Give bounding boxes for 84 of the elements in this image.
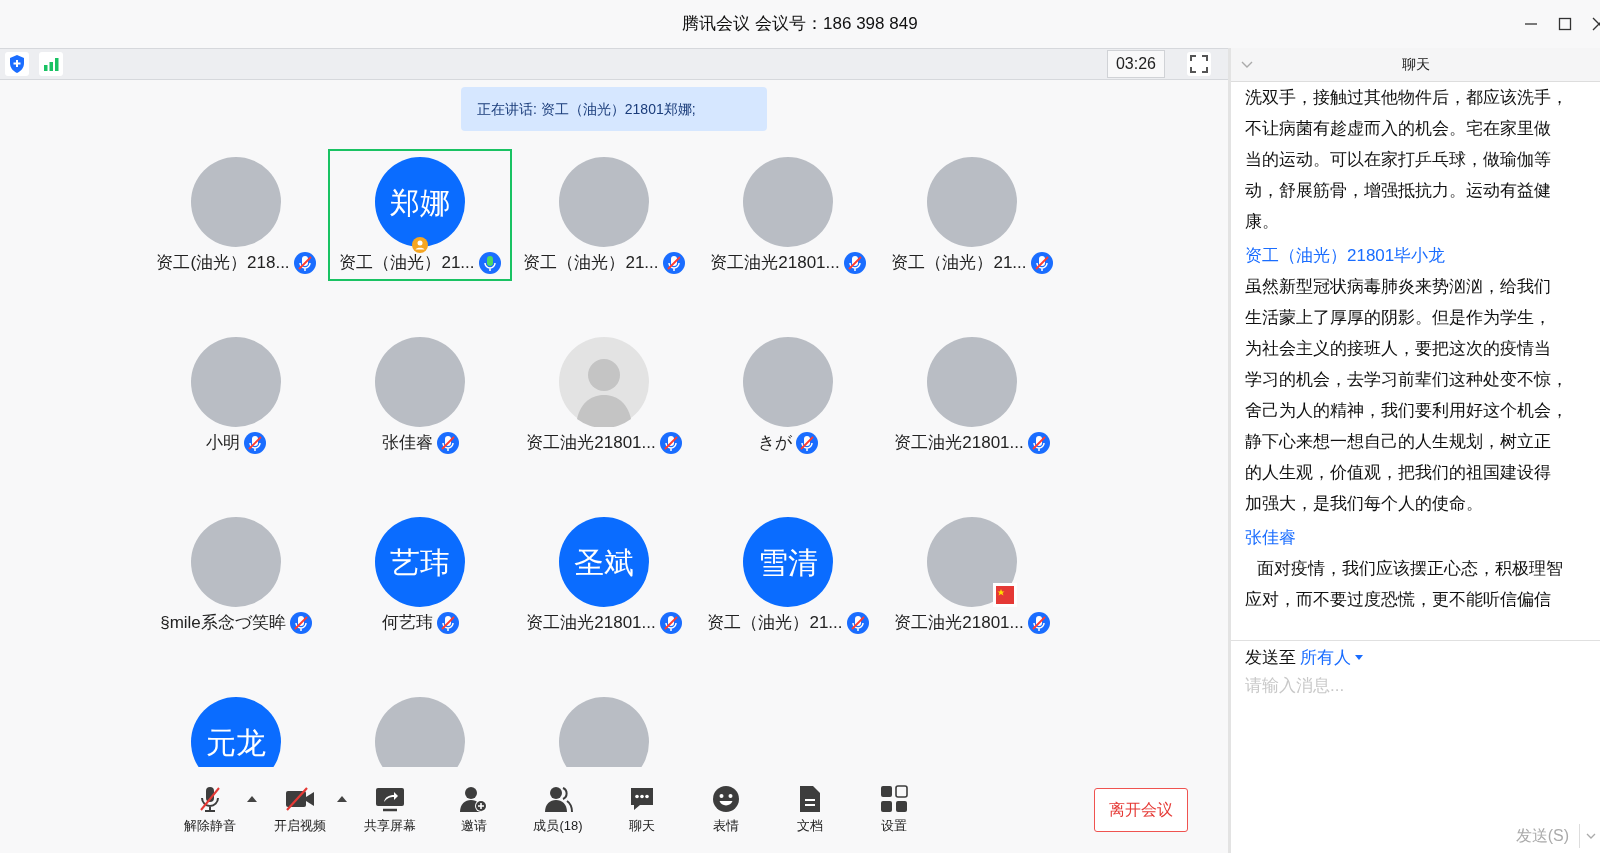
send-to-label: 发送至 xyxy=(1245,647,1296,669)
speaking-banner: 正在讲话: 资工（油光）21801郑娜; xyxy=(461,87,767,131)
participant-name: 资工（油光）21... xyxy=(891,252,1027,274)
caret-up-icon[interactable] xyxy=(336,794,348,803)
participant-name: 资工（油光）21... xyxy=(339,252,475,274)
leave-meeting-button[interactable]: 离开会议 xyxy=(1094,788,1188,832)
chat-sender-name: 资工（油光）21801毕小龙 xyxy=(1245,245,1446,267)
initials-avatar: 雪清 xyxy=(743,517,833,607)
caret-down-icon xyxy=(1355,655,1363,661)
chat-message-line: 虽然新型冠状病毒肺炎来势汹汹，给我们 xyxy=(1245,276,1551,298)
participant-tile[interactable]: 资工油光21801... xyxy=(880,329,1064,461)
chat-message-line: 生活蒙上了厚厚的阴影。但是作为学生， xyxy=(1245,307,1551,329)
participant-tile[interactable]: 资工（油光）21... xyxy=(880,149,1064,281)
smiley-icon xyxy=(712,784,740,813)
maximize-icon[interactable] xyxy=(1558,17,1572,31)
participant-tile[interactable]: 小明 xyxy=(144,329,328,461)
security-shield-icon[interactable] xyxy=(5,52,29,76)
participant-tile[interactable]: §mile系念づ笑眸 xyxy=(144,509,328,641)
initials-avatar: 圣斌 xyxy=(559,517,649,607)
chat-message-line: 的人生观，价值观，把我们的祖国建设得 xyxy=(1245,462,1551,484)
participant-name: 资工（油光）21... xyxy=(523,252,659,274)
participant-name: 资工（油光）21... xyxy=(707,612,843,634)
close-icon[interactable] xyxy=(1592,17,1600,31)
chat-message-line: 动，舒展筋骨，增强抵抗力。运动有益健 xyxy=(1245,180,1551,202)
chat-message-line: 学习的机会，去学习前辈们这种处变不惊， xyxy=(1245,369,1568,391)
participant-name: §mile系念づ笑眸 xyxy=(160,612,286,634)
participant-name: 资工油光21801... xyxy=(894,432,1024,454)
toolbar-button[interactable]: 文档 xyxy=(768,784,852,836)
caret-up-icon[interactable] xyxy=(246,794,258,803)
chat-message-line: 不让病菌有趁虚而入的机会。宅在家里做 xyxy=(1245,118,1551,140)
participant-name: 资工(油光）218... xyxy=(156,252,290,274)
participant-tile[interactable]: 资工(油光）218... xyxy=(144,149,328,281)
participant-name: 资工油光21801... xyxy=(526,612,656,634)
participant-name: 资工油光21801... xyxy=(710,252,840,274)
participant-name: 张佳睿 xyxy=(381,432,433,454)
meeting-timer: 03:26 xyxy=(1106,50,1165,78)
chat-message-line: 当的运动。可以在家打乒乓球，做瑜伽等 xyxy=(1245,149,1551,171)
toolbar-button[interactable]: 共享屏幕 xyxy=(348,784,432,836)
chat-message-line: 加强大，是我们每个人的使命。 xyxy=(1245,493,1483,515)
chat-message-line: 面对疫情，我们应该摆正心态，积极理智 xyxy=(1256,558,1563,580)
participant-tile[interactable]: 资工油光21801... xyxy=(696,149,880,281)
chat-message-line: 康。 xyxy=(1245,211,1279,233)
participant-name: 何艺玮 xyxy=(381,612,433,634)
toolbar-button[interactable]: 开启视频 xyxy=(258,784,342,836)
participant-name: きが xyxy=(758,432,792,454)
signal-strength-icon[interactable] xyxy=(39,52,63,76)
chat-title: 聊天 xyxy=(1401,55,1430,74)
participant-tile[interactable]: 资工油光21801... xyxy=(512,329,696,461)
toolbar-button[interactable]: 解除静音 xyxy=(168,784,252,836)
participant-tile[interactable]: 资工油光21801... xyxy=(880,509,1064,641)
participant-tile[interactable]: 张佳睿 xyxy=(328,329,512,461)
chat-message-line: 洗双手，接触过其他物件后，都应该洗手， xyxy=(1245,87,1568,109)
window-title: 腾讯会议 会议号：186 398 849 xyxy=(682,13,918,36)
participant-tile[interactable]: 雪清 资工（油光）21... xyxy=(696,509,880,641)
document-icon xyxy=(798,784,822,813)
participant-name: 小明 xyxy=(206,432,240,454)
chevron-down-icon[interactable] xyxy=(1586,832,1596,840)
chat-sender-name: 张佳睿 xyxy=(1245,527,1296,549)
participant-tile[interactable]: 资工（油光）21... xyxy=(512,149,696,281)
toolbar-button[interactable]: 设置 xyxy=(852,784,936,836)
chat-message-line: 为社会主义的接班人，要把这次的疫情当 xyxy=(1245,338,1551,360)
toolbar-button[interactable]: 成员(18) xyxy=(516,784,600,836)
participant-tile[interactable]: 圣斌 资工油光21801... xyxy=(512,509,696,641)
participant-tile[interactable]: 艺玮 何艺玮 xyxy=(328,509,512,641)
chat-message-line: 应对，而不要过度恐慌，更不能听信偏信 xyxy=(1245,589,1551,611)
toolbar-button[interactable]: 表情 xyxy=(684,784,768,836)
participant-tile[interactable]: 元龙 xyxy=(144,689,328,767)
initials-avatar: 郑娜 xyxy=(375,157,465,247)
default-avatar-icon xyxy=(559,337,649,427)
grid-icon xyxy=(880,784,908,813)
chat-message-line: 静下心来想一想自己的人生规划，树立正 xyxy=(1245,431,1551,453)
people-icon xyxy=(543,784,573,813)
participant-tile[interactable]: きが xyxy=(696,329,880,461)
toolbar-button[interactable]: 邀请 xyxy=(432,784,516,836)
chat-message-line: 舍己为人的精神，我们要利用好这个机会， xyxy=(1245,400,1568,422)
add-person-icon xyxy=(459,784,489,813)
fullscreen-icon[interactable] xyxy=(1187,52,1211,76)
initials-avatar: 元龙 xyxy=(191,697,281,767)
participant-tile[interactable]: 郑娜 资工（油光）21... xyxy=(328,149,512,281)
recipient-selector[interactable]: 所有人 xyxy=(1300,645,1363,671)
toolbar-button[interactable]: 聊天 xyxy=(600,784,684,836)
initials-avatar: 艺玮 xyxy=(375,517,465,607)
participant-name: 资工油光21801... xyxy=(894,612,1024,634)
participant-name: 资工油光21801... xyxy=(526,432,656,454)
